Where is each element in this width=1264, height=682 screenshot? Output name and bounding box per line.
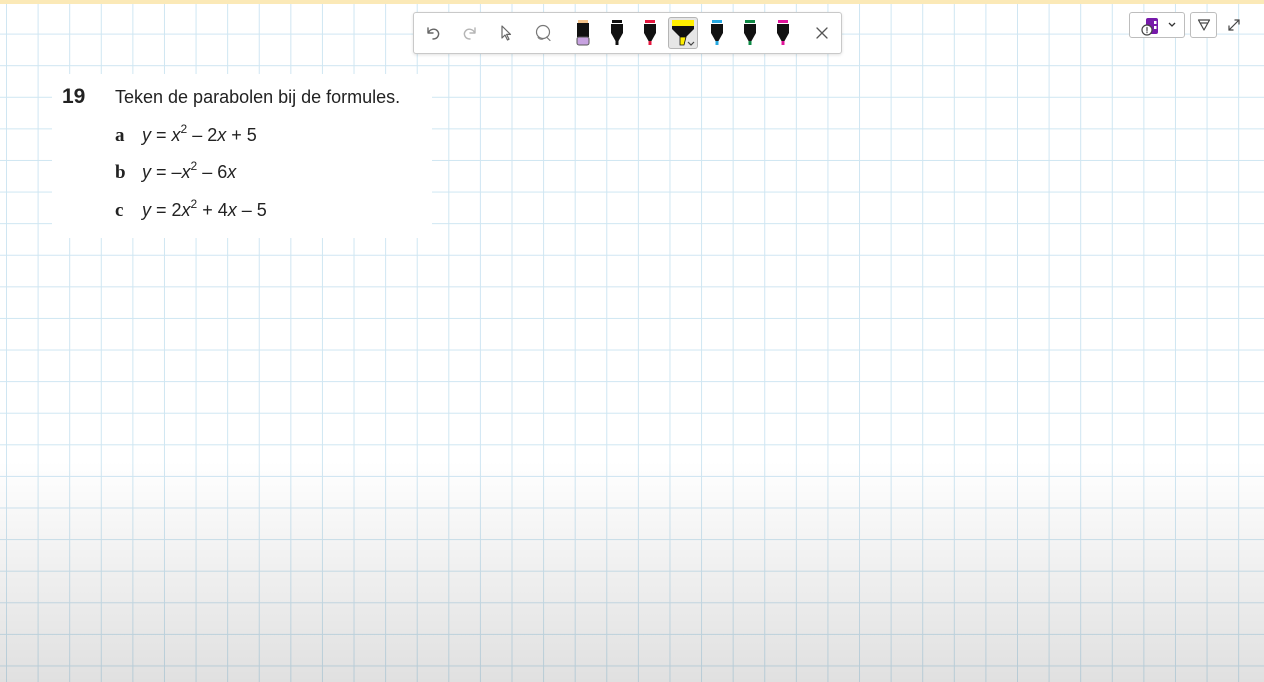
item-formula: y = 2x2 + 4x – 5	[142, 197, 267, 220]
pointer-icon	[501, 25, 512, 41]
filter-icon	[1197, 19, 1210, 31]
top-accent-strip	[0, 0, 1264, 4]
pen-green-button[interactable]	[735, 17, 765, 49]
exercise-title: Teken de parabolen bij de formules.	[115, 87, 401, 107]
item-letter: c	[115, 200, 124, 221]
redo-icon	[463, 27, 476, 40]
undo-icon	[427, 27, 440, 40]
onenote-icon	[1141, 18, 1158, 36]
eraser-button[interactable]	[568, 17, 598, 49]
item-letter: b	[115, 162, 126, 183]
chevron-down-icon[interactable]	[687, 41, 695, 47]
notebook-selector-button[interactable]	[1129, 12, 1185, 38]
chevron-down-icon	[1168, 22, 1176, 27]
undo-button[interactable]	[418, 17, 448, 49]
select-button[interactable]	[491, 17, 521, 49]
redo-button[interactable]	[455, 17, 485, 49]
canvas-page[interactable]: 19 Teken de parabolen bij de formules. a…	[0, 0, 1264, 682]
exercise-card: 19 Teken de parabolen bij de formules. a…	[52, 74, 432, 238]
item-letter: a	[115, 125, 125, 146]
pen-icon	[711, 20, 723, 45]
pen-icon	[644, 20, 656, 45]
close-icon	[816, 27, 828, 39]
pen-icon	[777, 20, 789, 45]
drawing-toolbar	[413, 12, 842, 54]
exercise-number: 19	[62, 85, 86, 108]
expand-button[interactable]	[1224, 15, 1244, 35]
pen-icon	[611, 20, 623, 45]
pen-magenta-button[interactable]	[768, 17, 798, 49]
filter-button[interactable]	[1190, 12, 1217, 38]
lasso-icon	[535, 24, 551, 42]
pen-blue-button[interactable]	[702, 17, 732, 49]
expand-icon	[1228, 19, 1240, 31]
item-formula: y = –x2 – 6x	[142, 159, 237, 182]
lasso-button[interactable]	[529, 17, 559, 49]
item-formula: y = x2 – 2x + 5	[142, 122, 257, 145]
eraser-icon	[576, 20, 590, 46]
pen-red-button[interactable]	[635, 17, 665, 49]
pen-black-button[interactable]	[602, 17, 632, 49]
highlighter-yellow-button[interactable]	[668, 17, 698, 49]
pen-icon	[744, 20, 756, 45]
close-button[interactable]	[807, 17, 837, 49]
